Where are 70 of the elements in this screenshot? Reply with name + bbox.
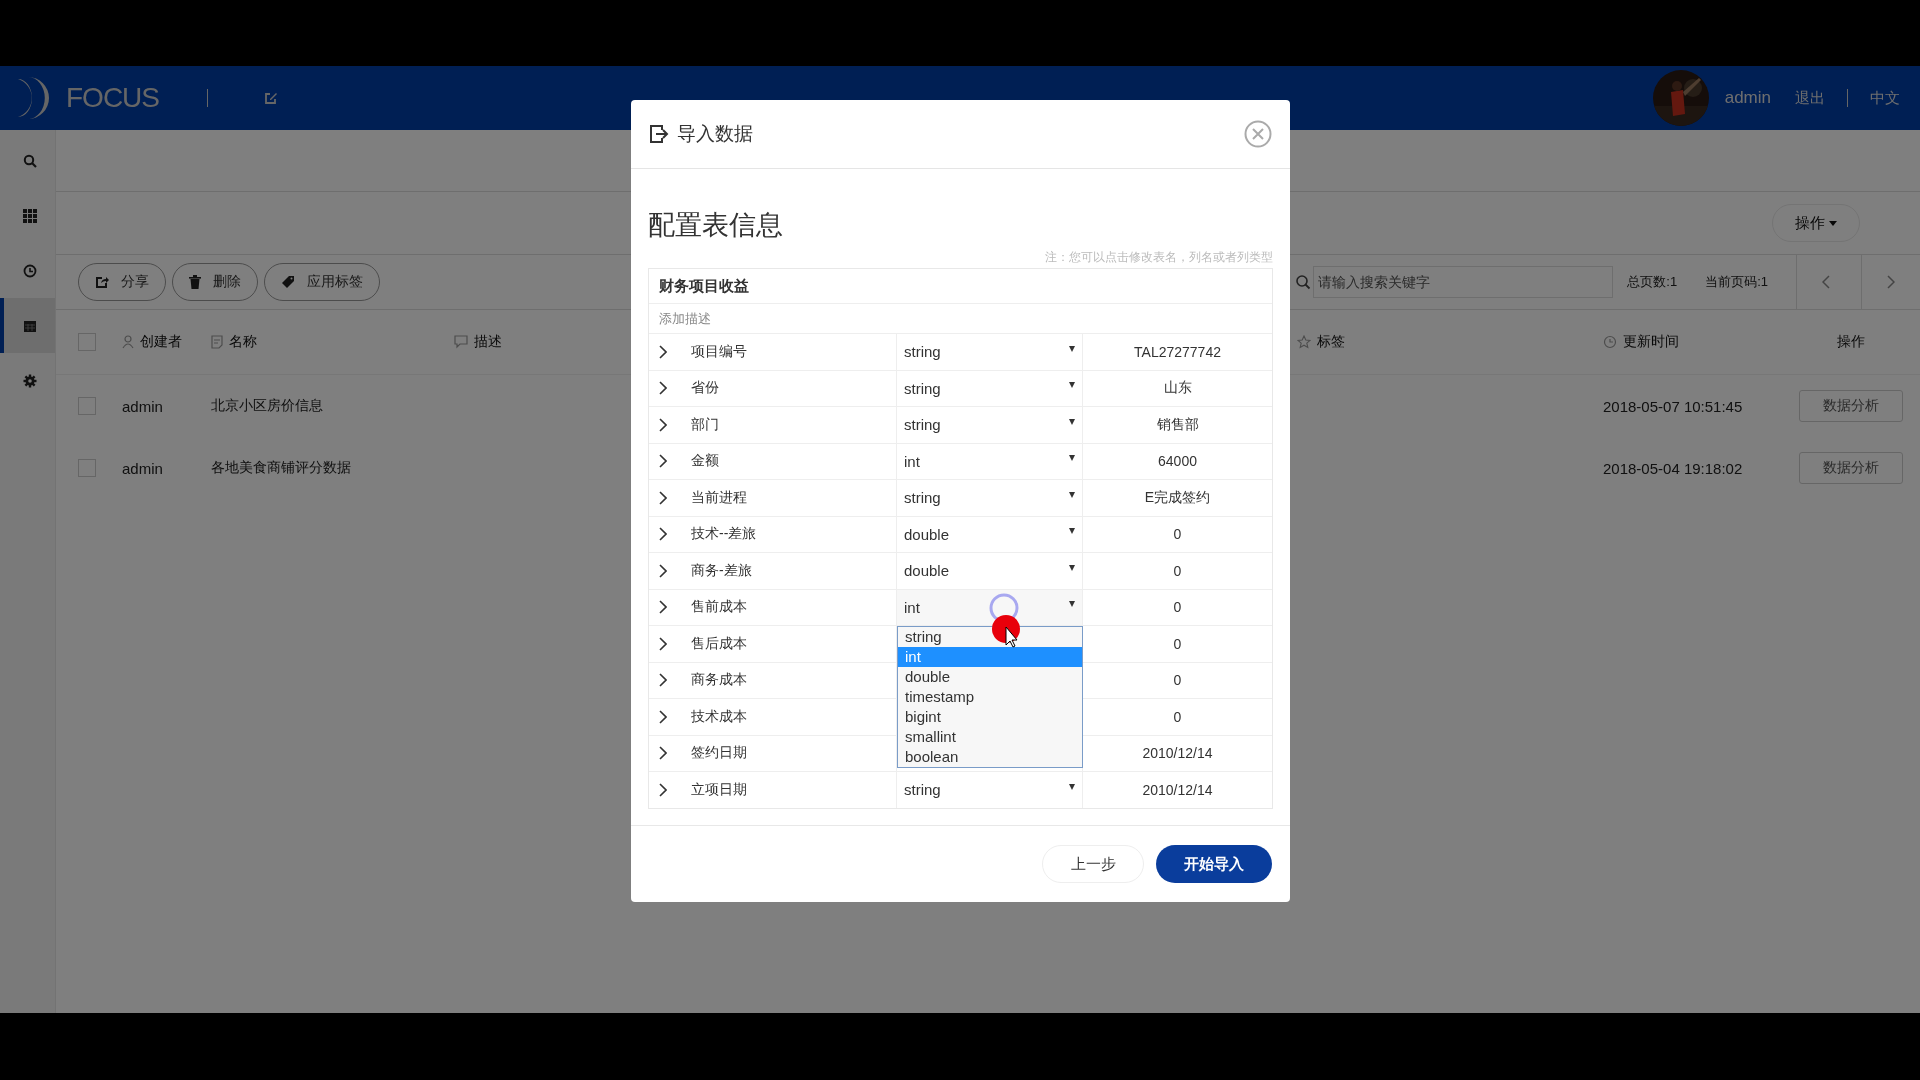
column-name[interactable]: 技术成本 (691, 707, 747, 726)
dropdown-option[interactable]: double (898, 666, 1082, 687)
column-name[interactable]: 部门 (691, 415, 719, 434)
total-pages: 总页数:1 (1627, 273, 1678, 291)
sample-value: 0 (1172, 598, 1183, 618)
back-button[interactable]: 上一步 (1042, 845, 1144, 883)
sample-value: 山东 (1162, 378, 1193, 398)
table-cell-text: 2018-05-07 10:51:45 (1603, 397, 1744, 415)
sample-value: 0 (1172, 634, 1183, 654)
type-select[interactable]: string (897, 334, 1083, 370)
column-name[interactable]: 金额 (691, 452, 719, 471)
column-name[interactable]: 售前成本 (691, 598, 747, 617)
column-name[interactable]: 当前进程 (691, 488, 747, 507)
column-header: 描述 (474, 333, 502, 351)
action-menu[interactable]: 操作 (1772, 204, 1860, 242)
dropdown-option[interactable]: boolean (898, 746, 1082, 767)
type-select[interactable]: string (897, 772, 1083, 808)
start-import-button[interactable]: 开始导入 (1156, 845, 1272, 883)
sample-value: 2010/12/14 (1141, 780, 1214, 800)
column-header: 更新时间 (1623, 333, 1679, 351)
table-cell-text: 北京小区房价信息 (211, 397, 324, 415)
column-name[interactable]: 项目编号 (691, 342, 747, 361)
dropdown-option[interactable]: bigint (898, 706, 1082, 727)
sample-value: 销售部 (1155, 414, 1200, 434)
search-field[interactable]: 请输入搜索关键字 (1313, 266, 1614, 298)
table-cell-text: admin (122, 459, 164, 477)
type-select[interactable]: string (897, 370, 1083, 406)
type-select[interactable]: string (897, 407, 1083, 443)
analyze-button[interactable]: 数据分析 (1799, 390, 1903, 422)
sample-value: E完成签约 (1143, 487, 1212, 507)
toolbar-button[interactable]: 应用标签 (264, 263, 380, 301)
dropdown-option[interactable]: timestamp (898, 686, 1082, 707)
type-select[interactable]: double (897, 516, 1083, 552)
analyze-button[interactable]: 数据分析 (1799, 452, 1903, 484)
dialog-title: 导入数据 (677, 122, 753, 146)
table-name[interactable]: 财务项目收益 (649, 269, 1272, 304)
sample-value: 0 (1172, 671, 1183, 691)
current-page: 当前页码:1 (1705, 273, 1768, 291)
column-name[interactable]: 签约日期 (691, 744, 747, 763)
table-cell-text: 各地美食商铺评分数据 (211, 459, 352, 477)
table-cell-text: admin (122, 397, 164, 415)
sample-value: 2010/12/14 (1141, 744, 1214, 764)
sample-value: 0 (1172, 707, 1183, 727)
column-header: 标签 (1317, 333, 1345, 351)
section-heading: 配置表信息 (648, 209, 784, 242)
sample-value: 0 (1172, 525, 1183, 545)
column-name[interactable]: 商务-差旅 (691, 561, 752, 580)
column-name[interactable]: 立项日期 (691, 780, 747, 799)
sample-value: TAL27277742 (1133, 342, 1222, 362)
column-header: 创建者 (140, 333, 182, 351)
type-select[interactable]: int (897, 443, 1083, 479)
dropdown-option[interactable]: smallint (898, 726, 1082, 747)
column-header: 名称 (229, 333, 257, 351)
logo-text: FOCUS (66, 82, 159, 114)
sample-value: 0 (1172, 561, 1183, 581)
toolbar-button[interactable]: 删除 (172, 263, 258, 301)
toolbar-button[interactable]: 分享 (78, 263, 166, 301)
table-cell-text: 2018-05-04 19:18:02 (1603, 459, 1744, 477)
description-field[interactable]: 添加描述 (649, 304, 1272, 334)
column-name[interactable]: 技术--差旅 (691, 525, 757, 544)
dropdown-option[interactable]: string (898, 626, 1082, 647)
column-name[interactable]: 省份 (691, 379, 719, 398)
column-name[interactable]: 售后成本 (691, 634, 747, 653)
type-select[interactable]: double (897, 553, 1083, 589)
user-name: admin (1724, 88, 1771, 108)
sample-value: 64000 (1157, 452, 1198, 472)
column-header: 操作 (1837, 333, 1865, 351)
hint-text: 注：您可以点击修改表名，列名或者列类型 (1044, 249, 1273, 266)
column-name[interactable]: 商务成本 (691, 671, 747, 690)
type-select[interactable]: string (897, 480, 1083, 516)
